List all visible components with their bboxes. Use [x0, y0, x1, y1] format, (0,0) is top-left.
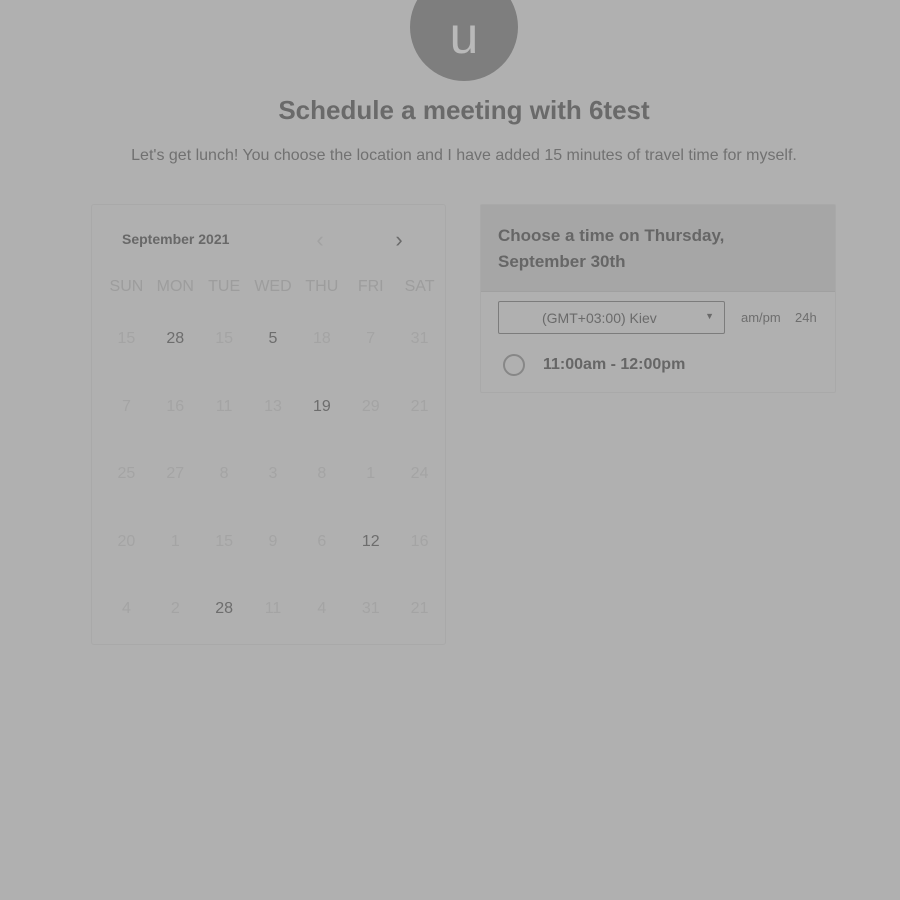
calendar-day-available[interactable]: 19	[297, 389, 346, 457]
calendar-day: 13	[264, 397, 282, 415]
calendar-day: 27	[166, 465, 185, 482]
calendar-day: 7	[121, 397, 131, 415]
calendar-day: 25	[117, 465, 136, 482]
calendar: September 2021 ‹ › SUN MON TUE WED THU F…	[91, 204, 446, 645]
calendar-day: 3	[268, 465, 278, 482]
weekday-label: TUE	[208, 278, 241, 295]
calendar-day: 11	[264, 600, 282, 617]
calendar-weekdays: SUN MON TUE WED THU FRI SAT	[102, 278, 444, 296]
format-24h-toggle[interactable]: 24h	[795, 310, 817, 325]
weekday-label: WED	[254, 278, 292, 295]
calendar-day: 7	[366, 330, 376, 347]
weekday-label: MON	[156, 278, 194, 295]
calendar-day-available[interactable]: 5	[249, 321, 298, 389]
calendar-day: 1	[170, 532, 180, 550]
calendar-day: 11	[215, 397, 233, 415]
calendar-day: 4	[317, 600, 327, 617]
calendar-day: 8	[219, 465, 229, 482]
calendar-day-available[interactable]: 12	[346, 524, 395, 592]
calendar-days-grid: 15 28 15 5 18 7 31 7 16 11 13 19 29 21 25 27 8 3 8 1 24 20 1 15…	[102, 321, 444, 659]
time-slot-option[interactable]: 11:00am - 12:00pm	[503, 354, 685, 376]
calendar-day: 15	[117, 330, 136, 347]
calendar-day: 9	[268, 532, 278, 550]
calendar-day: 24	[410, 465, 429, 482]
timezone-value: (GMT+03:00) Kiev	[542, 310, 657, 326]
calendar-day: 8	[317, 465, 327, 482]
calendar-day: 15	[215, 330, 234, 347]
time-panel-heading-line1: Choose a time on Thursday,	[498, 226, 725, 245]
page-title: Schedule a meeting with 6test	[278, 95, 650, 125]
avatar: u	[410, 0, 518, 81]
calendar-day: 31	[361, 600, 380, 617]
calendar-day: 2	[170, 600, 180, 617]
calendar-day: 18	[312, 330, 331, 347]
weekday-label: THU	[305, 278, 339, 295]
calendar-day: 20	[117, 532, 136, 550]
radio-icon[interactable]	[503, 354, 525, 376]
chevron-left-icon[interactable]: ‹	[310, 229, 330, 251]
calendar-month-label: September 2021	[122, 231, 230, 247]
time-panel: Choose a time on Thursday, September 30t…	[480, 204, 836, 393]
calendar-day: 15	[215, 532, 234, 550]
calendar-day: 4	[121, 600, 131, 617]
calendar-day: 31	[410, 330, 429, 347]
calendar-day: 6	[317, 532, 327, 550]
calendar-day: 16	[410, 532, 429, 550]
avatar-initial: u	[449, 7, 479, 65]
calendar-day: 21	[410, 397, 429, 415]
calendar-day: 29	[361, 397, 380, 415]
time-panel-heading: Choose a time on Thursday, September 30t…	[481, 205, 835, 292]
calendar-day: 21	[410, 600, 429, 617]
calendar-day: 16	[166, 397, 185, 415]
page-subtitle: Let's get lunch! You choose the location…	[131, 147, 797, 164]
chevron-right-icon[interactable]: ›	[389, 229, 409, 251]
calendar-day-available[interactable]: 28	[200, 591, 249, 659]
weekday-label: SAT	[404, 278, 435, 295]
time-panel-heading-line2: September 30th	[498, 252, 626, 271]
weekday-label: FRI	[357, 278, 384, 295]
weekday-label: SUN	[109, 278, 144, 295]
caret-down-icon: ▼	[705, 311, 714, 321]
format-ampm-toggle[interactable]: am/pm	[741, 310, 781, 325]
time-slot-label: 11:00am - 12:00pm	[543, 356, 686, 373]
calendar-day: 1	[366, 465, 376, 482]
calendar-day-available[interactable]: 28	[151, 321, 200, 389]
timezone-select[interactable]: (GMT+03:00) Kiev ▼	[498, 301, 725, 334]
